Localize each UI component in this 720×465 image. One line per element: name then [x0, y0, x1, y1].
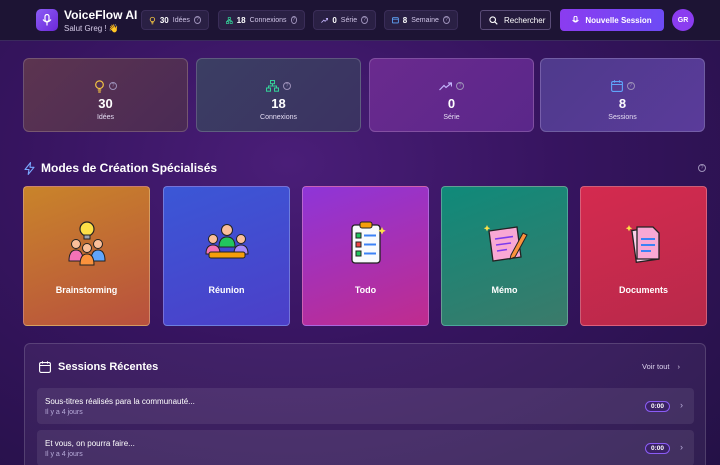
- avatar[interactable]: GR: [672, 9, 694, 31]
- header-stat-value: 18: [236, 15, 246, 25]
- mode-label: Todo: [354, 285, 377, 295]
- stat-card-ideas: ? 30 Idées: [23, 58, 188, 132]
- duration-badge: 0:00: [645, 443, 671, 454]
- lightbulb-icon: [149, 16, 156, 24]
- mode-card-meeting[interactable]: Réunion: [163, 186, 290, 326]
- header-stat-connections[interactable]: 18 Connexions ?: [218, 10, 305, 30]
- chevron-right-icon: ›: [677, 362, 681, 371]
- stat-card-sessions: ? 8 Sessions: [540, 58, 705, 132]
- greeting: Salut Greg ! 👋: [64, 24, 119, 33]
- mode-card-memo[interactable]: Mémo: [441, 186, 568, 326]
- search-label: Rechercher: [504, 15, 546, 25]
- header-stat-ideas[interactable]: 30 Idées ?: [141, 10, 209, 30]
- mode-label: Réunion: [208, 285, 245, 295]
- calendar-icon: [610, 80, 623, 92]
- header-stat-label: Semaine: [411, 16, 439, 24]
- help-icon[interactable]: ?: [283, 82, 291, 90]
- help-icon[interactable]: ?: [361, 16, 368, 24]
- stat-value: 8: [618, 96, 627, 111]
- stat-label: Connexions: [260, 114, 297, 121]
- session-title: Et vous, on pourra faire...: [45, 439, 135, 448]
- network-icon: [266, 80, 279, 92]
- mode-card-todo[interactable]: Todo: [302, 186, 429, 326]
- chevron-right-icon: ›: [680, 400, 683, 410]
- see-all-link[interactable]: Voir tout ›: [642, 362, 680, 371]
- help-icon[interactable]: ?: [290, 16, 297, 24]
- checklist-illustration: [350, 221, 386, 264]
- help-icon[interactable]: ?: [626, 82, 635, 90]
- brainstorming-illustration: [67, 221, 106, 266]
- modes-section-title: Modes de Création Spécialisés: [24, 161, 217, 175]
- new-session-label: Nouvelle Session: [585, 15, 652, 25]
- stat-label: Série: [443, 114, 460, 121]
- mode-card-brainstorming[interactable]: Brainstorming: [23, 186, 150, 326]
- memo-pencil-illustration: [483, 225, 528, 262]
- microphone-logo-icon[interactable]: [36, 9, 58, 31]
- chevron-right-icon: ›: [680, 442, 683, 452]
- calendar-icon: [39, 361, 51, 373]
- network-icon: [226, 16, 233, 24]
- mode-label: Documents: [618, 285, 668, 295]
- stat-label: Sessions: [608, 114, 637, 121]
- header-stat-streak[interactable]: 0 Série ?: [313, 10, 376, 30]
- new-session-button[interactable]: Nouvelle Session: [560, 9, 664, 31]
- trending-up-icon: [321, 17, 329, 23]
- help-icon[interactable]: ?: [456, 82, 464, 90]
- duration-badge: 0:00: [645, 401, 671, 412]
- mode-label: Mémo: [491, 285, 518, 295]
- mode-label: Brainstorming: [55, 285, 118, 295]
- app-title: VoiceFlow AI: [64, 8, 138, 22]
- help-icon[interactable]: ?: [698, 164, 706, 172]
- calendar-icon: [392, 17, 399, 24]
- meeting-illustration: [204, 224, 249, 259]
- session-title: Sous-titres réalisés para la communauté.…: [45, 397, 195, 406]
- header-stat-label: Connexions: [249, 16, 287, 24]
- stat-value: 18: [271, 96, 286, 111]
- see-all-label: Voir tout: [642, 362, 670, 371]
- microphone-icon: [572, 15, 580, 22]
- stat-value: 0: [447, 96, 456, 111]
- session-time: Il y a 4 jours: [45, 409, 83, 416]
- trending-up-icon: [439, 81, 452, 90]
- header-stat-value: 30: [159, 15, 169, 25]
- search-button[interactable]: Rechercher: [480, 10, 551, 30]
- stat-value: 30: [98, 96, 113, 111]
- recent-sessions-title: Sessions Récentes: [39, 361, 158, 373]
- help-icon[interactable]: ?: [193, 16, 201, 24]
- top-bar: VoiceFlow AI Salut Greg ! 👋 30 Idées ? 1…: [0, 0, 720, 41]
- lightbulb-icon: [95, 79, 104, 93]
- stat-card-streak: ? 0 Série: [369, 58, 534, 132]
- documents-illustration: [625, 225, 660, 263]
- session-row[interactable]: Sous-titres réalisés para la communauté.…: [37, 388, 694, 424]
- stat-label: Idées: [96, 114, 115, 121]
- header-stat-label: Idées: [172, 16, 190, 24]
- help-icon[interactable]: ?: [109, 82, 117, 90]
- header-stat-label: Série: [340, 16, 358, 24]
- header-stat-week[interactable]: 8 Semaine ?: [384, 10, 458, 30]
- mode-card-documents[interactable]: Documents: [580, 186, 707, 326]
- session-row[interactable]: Et vous, on pourra faire... Il y a 4 jou…: [37, 430, 694, 465]
- stat-card-connections: ? 18 Connexions: [196, 58, 361, 132]
- header-stat-value: 8: [402, 15, 408, 25]
- modes-title: Modes de Création Spécialisés: [41, 161, 218, 175]
- session-time: Il y a 4 jours: [45, 451, 83, 458]
- recent-title-text: Sessions Récentes: [58, 361, 159, 373]
- help-icon[interactable]: ?: [442, 16, 450, 24]
- lightning-icon: [24, 161, 35, 175]
- header-stat-value: 0: [332, 15, 337, 25]
- search-icon: [489, 15, 498, 25]
- recent-sessions-panel: Sessions Récentes Voir tout › Sous-titre…: [24, 343, 706, 465]
